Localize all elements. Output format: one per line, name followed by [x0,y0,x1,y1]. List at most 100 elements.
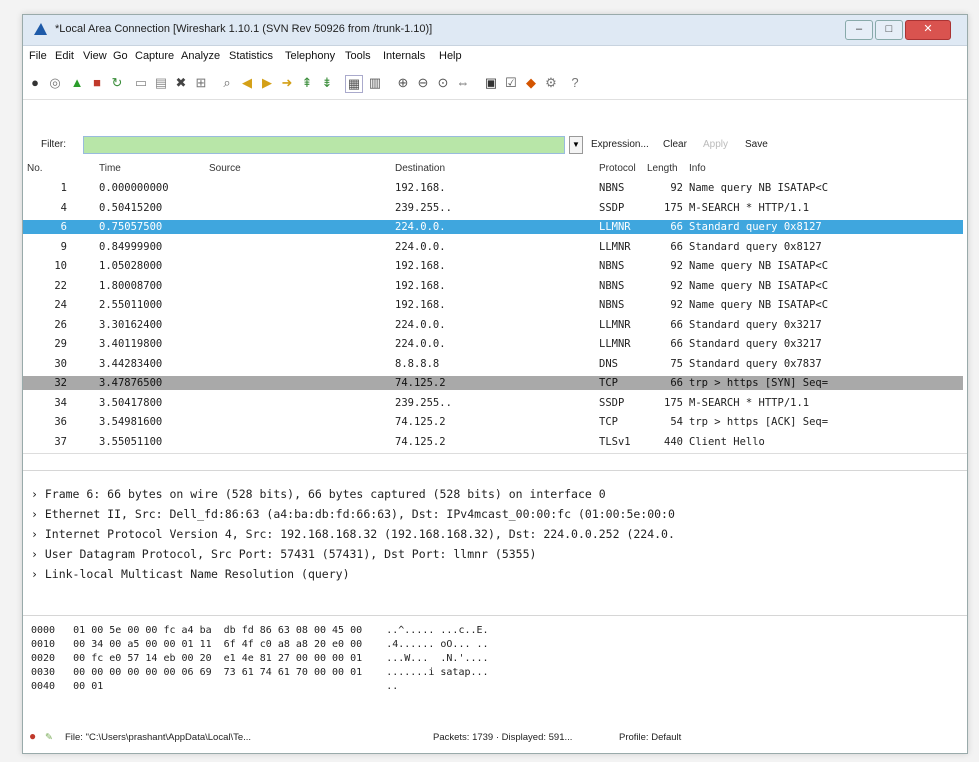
menu-file[interactable]: File [29,50,47,62]
find-icon[interactable]: ⌕ [219,75,235,91]
expand-chevron-icon[interactable]: › [31,527,45,541]
detail-llmnr[interactable]: › Link-local Multicast Name Resolution (… [31,567,350,581]
zoom-normal-icon[interactable]: ⊙ [435,75,451,91]
expand-chevron-icon[interactable]: › [31,487,45,501]
reload-icon[interactable]: ⊞ [193,75,209,91]
expression-button[interactable]: Expression... [591,139,649,150]
bottom-icon[interactable]: ⇟ [319,75,335,91]
help-icon[interactable]: ? [567,75,583,91]
display-filter-input[interactable] [83,136,565,154]
cell-proto: NBNS [599,279,625,292]
maximize-button[interactable]: □ [875,20,903,40]
cell-dst: 74.125.2 [395,416,446,428]
autoscroll-icon[interactable]: ▥ [367,75,383,91]
table-row[interactable]: 30 3.44283400 8.8.8.8 DNS 75 Standard query 0… [23,357,963,371]
capture-comment-icon[interactable]: ✎ [45,732,53,743]
table-row[interactable]: 9 0.84999900 224.0.0. LLMNR 66 Standard query… [23,240,963,254]
display-filters-icon[interactable]: ☑ [503,75,519,91]
column-length[interactable]: Length [647,163,678,177]
menu-tools[interactable]: Tools [345,50,371,62]
table-row[interactable]: 24 2.55011000 192.168. NBNS 92 Name query NB … [23,298,963,312]
preferences-icon[interactable]: ⚙ [543,75,559,91]
cell-time: 3.55051100 [99,435,163,448]
table-row[interactable]: 34 3.50417800 239.255.. SSDP 175 M-SEARCH * H… [23,396,963,410]
menu-analyze[interactable]: Analyze [181,50,220,62]
cell-len: 175 [664,201,683,214]
open-icon[interactable]: ▭ [133,75,149,91]
cell-len: 92 [670,260,683,272]
column-time[interactable]: Time [99,163,121,177]
cell-proto: TCP [599,416,618,428]
close-icon[interactable]: ✖ [173,75,189,91]
expert-info-icon[interactable]: ● [29,729,36,743]
back-icon[interactable]: ◀ [239,75,255,91]
detail-ip[interactable]: › Internet Protocol Version 4, Src: 192.… [31,527,675,541]
menu-view[interactable]: View [83,50,107,62]
column-protocol[interactable]: Protocol [599,163,636,177]
detail-ethernet[interactable]: › Ethernet II, Src: Dell_fd:86:63 (a4:ba… [31,507,675,521]
resize-columns-icon[interactable]: ⇔ [455,75,471,91]
table-row[interactable]: 36 3.54981600 74.125.2 TCP 54 trp > https [AC… [23,415,963,429]
cell-len: 66 [670,377,683,389]
table-row[interactable]: 37 3.55051100 74.125.2 TLSv1 440 Client Hello [23,435,963,449]
status-profile[interactable]: Profile: Default [619,732,681,743]
cell-time: 2.55011000 [99,299,163,311]
capture-filters-icon[interactable]: ▣ [483,75,499,91]
packet-list: No. Time Source Destination Protocol Len… [23,163,967,468]
zoom-in-icon[interactable]: ⊕ [395,75,411,91]
zoom-out-icon[interactable]: ⊖ [415,75,431,91]
column-no[interactable]: No. [27,163,43,177]
clear-button[interactable]: Clear [663,139,687,150]
menu-capture[interactable]: Capture [135,50,174,62]
column-source[interactable]: Source [209,163,241,177]
expand-chevron-icon[interactable]: › [31,567,45,581]
menu-go[interactable]: Go [113,50,128,62]
detail-llmnr-text: Link-local Multicast Name Resolution (qu… [44,567,350,581]
table-row[interactable]: 26 3.30162400 224.0.0. LLMNR 66 Standard quer… [23,318,963,332]
packet-list-scrollbar[interactable] [23,453,967,466]
expand-chevron-icon[interactable]: › [31,547,45,561]
coloring-rules-icon[interactable]: ◆ [523,75,539,91]
cell-dst: 224.0.0. [395,318,446,331]
table-row[interactable]: 29 3.40119800 224.0.0. LLMNR 66 Standard quer… [23,337,963,351]
save-filter-button[interactable]: Save [745,139,768,150]
bytes-line: 0020 00 fc e0 57 14 eb 00 20 e1 4e 81 27… [31,653,489,664]
pane-divider[interactable] [23,615,967,616]
apply-button[interactable]: Apply [703,139,728,150]
menu-edit[interactable]: Edit [55,50,74,62]
column-destination[interactable]: Destination [395,163,445,177]
filter-dropdown-chevron-icon[interactable]: ▼ [569,136,583,154]
column-info[interactable]: Info [689,163,706,177]
table-row[interactable]: 4 0.50415200 239.255.. SSDP 175 M-SEARCH * HT… [23,201,963,215]
cell-no: 6 [60,221,67,233]
bytes-line: 0000 01 00 5e 00 00 fc a4 ba db fd 86 63… [31,625,489,636]
table-row[interactable]: 1 0.000000000 192.168. NBNS 92 Name query NB … [23,181,963,195]
cell-proto: LLMNR [599,318,631,331]
expand-chevron-icon[interactable]: › [31,507,45,521]
stop-capture-icon[interactable]: ■ [89,75,105,91]
minimize-button[interactable]: – [845,20,873,40]
table-row[interactable]: 10 1.05028000 192.168. NBNS 92 Name query NB … [23,259,963,273]
interfaces-icon[interactable]: ● [27,75,43,91]
menu-help[interactable]: Help [439,50,462,62]
forward-icon[interactable]: ▶ [259,75,275,91]
options-icon[interactable]: ◎ [47,75,63,91]
bytes-line: 0010 00 34 00 a5 00 00 01 11 6f 4f c0 a8… [31,639,489,650]
menu-statistics[interactable]: Statistics [229,50,273,62]
restart-icon[interactable]: ↻ [109,75,125,91]
table-row[interactable]: 6 0.75057500 224.0.0. LLMNR 66 Standard query… [23,220,963,234]
table-row[interactable]: 22 1.80008700 192.168. NBNS 92 Name query NB … [23,279,963,293]
close-window-button[interactable]: ✕ [905,20,951,40]
detail-udp[interactable]: › User Datagram Protocol, Src Port: 5743… [31,547,536,561]
top-icon[interactable]: ⇞ [299,75,315,91]
goto-icon[interactable]: ➜ [279,75,295,91]
save-icon[interactable]: ▤ [153,75,169,91]
colorize-icon[interactable]: ▦ [345,75,363,93]
menu-telephony[interactable]: Telephony [285,50,335,62]
start-capture-icon[interactable]: ▲ [69,75,85,91]
cell-no: 1 [60,182,67,194]
menu-internals[interactable]: Internals [383,50,425,62]
pane-divider[interactable] [23,470,967,471]
table-row[interactable]: 32 3.47876500 74.125.2 TCP 66 trp > https [SY… [23,376,963,390]
detail-frame[interactable]: › Frame 6: 66 bytes on wire (528 bits), … [31,487,606,501]
